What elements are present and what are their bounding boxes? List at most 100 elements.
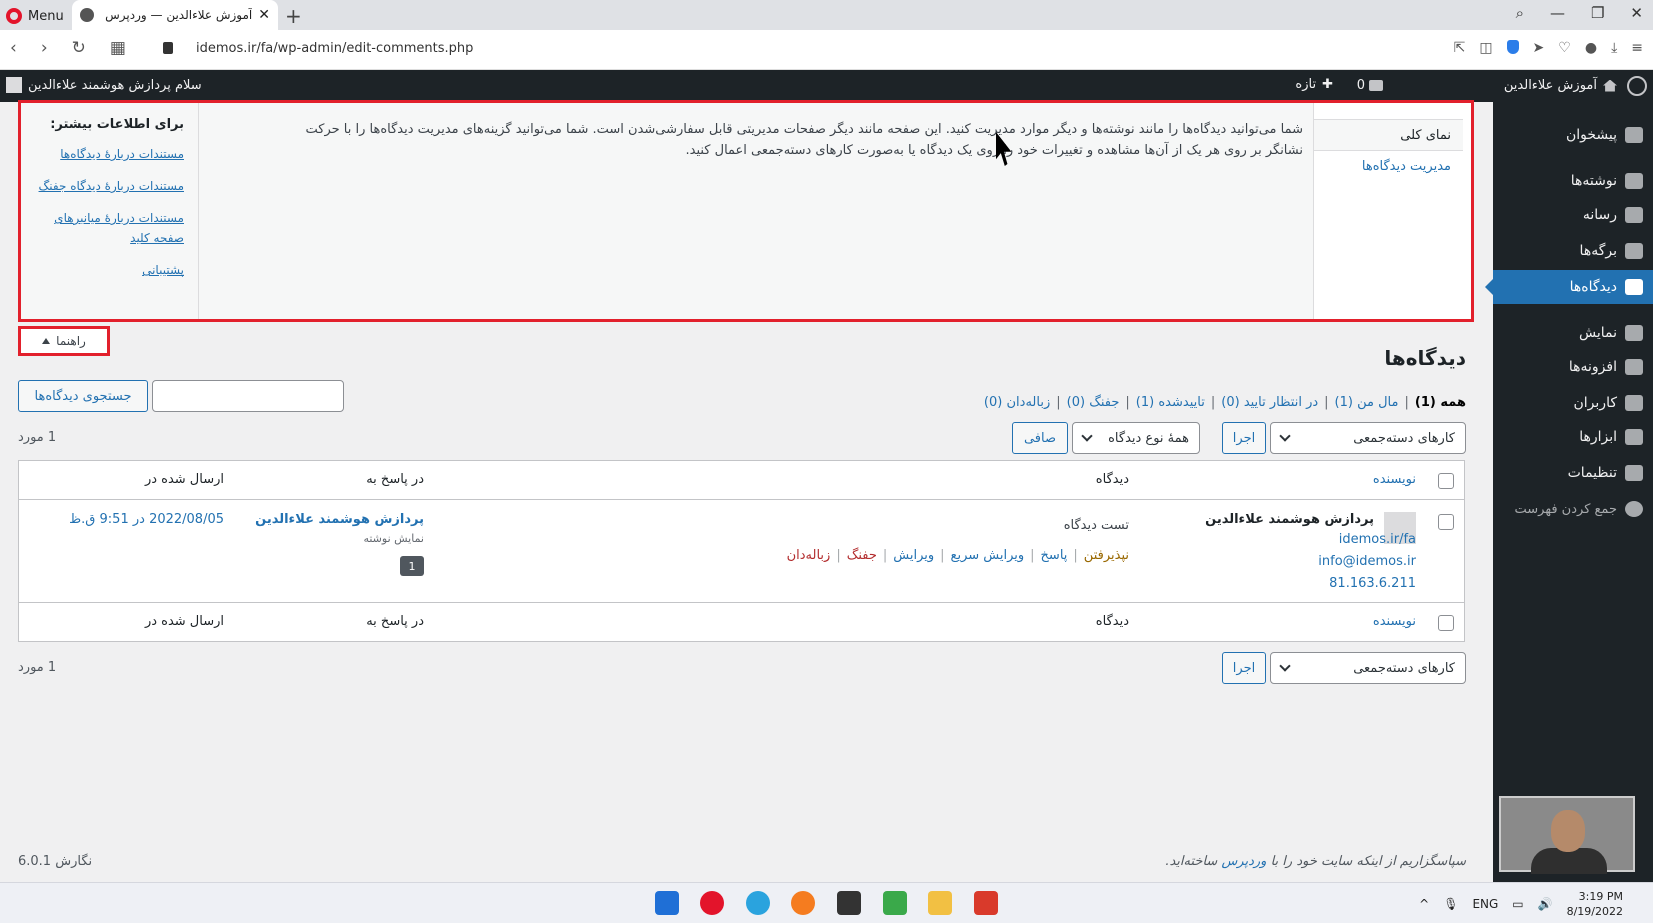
comment-type-select[interactable]: همهٔ نوع دیدگاه xyxy=(1072,422,1200,454)
new-tab-button[interactable]: + xyxy=(285,4,302,28)
help-link-comments-docs[interactable]: مستندات دربارهٔ دیدگاه‌ها xyxy=(35,144,184,164)
sidebar-item-pages[interactable]: برگه‌ها xyxy=(1493,234,1653,268)
filter-spam[interactable]: جفنگ (0) xyxy=(1067,395,1120,410)
send-icon[interactable]: ➤ xyxy=(1533,40,1545,56)
sidebar-item-users[interactable]: کاربران xyxy=(1493,386,1653,420)
comment-author-ip[interactable]: 81.163.6.211 xyxy=(1329,576,1416,591)
profile-icon[interactable]: ● xyxy=(1585,40,1597,56)
help-tab-manage[interactable]: مدیریت دیدگاه‌ها xyxy=(1362,159,1451,174)
sidebar-item-comments[interactable]: دیدگاه‌ها xyxy=(1485,270,1653,304)
bulk-actions-select-top[interactable]: کارهای دسته‌جمعی xyxy=(1270,422,1466,454)
th-submitted[interactable]: ارسال شده در xyxy=(145,472,224,487)
language-indicator[interactable]: ENG xyxy=(1472,897,1498,911)
response-post-link[interactable]: پردازش هوشمند علاءالدین xyxy=(255,512,424,527)
help-tab-overview[interactable]: نمای کلی xyxy=(1313,119,1463,151)
search-input[interactable] xyxy=(152,380,344,412)
th-comment: دیدگاه xyxy=(1095,472,1129,487)
close-window-icon[interactable]: ✕ xyxy=(1630,4,1643,22)
sidebar-item-plugins[interactable]: افزونه‌ها xyxy=(1493,350,1653,384)
recorder-icon[interactable] xyxy=(974,891,998,915)
tf-submitted[interactable]: ارسال شده در xyxy=(145,614,224,629)
snapshot-icon[interactable]: ◫ xyxy=(1479,40,1492,56)
share-icon[interactable]: ⇱ xyxy=(1454,40,1466,56)
sidebar-item-appearance[interactable]: نمایش xyxy=(1493,316,1653,350)
help-toggle-button[interactable]: راهنما xyxy=(18,326,110,356)
network-icon[interactable]: ▭ xyxy=(1512,897,1523,911)
search-tabs-icon[interactable]: ⌕ xyxy=(1516,4,1524,22)
microphone-icon[interactable]: 🎙 xyxy=(1443,897,1458,911)
filter-count: (1) xyxy=(1135,395,1155,410)
collapse-menu-button[interactable]: جمع کردن فهرست xyxy=(1493,492,1653,526)
comment-author-name: پردازش هوشمند علاءالدین xyxy=(1205,512,1374,527)
reload-icon[interactable]: ↻ xyxy=(72,38,86,58)
filter-count: (0) xyxy=(983,395,1003,410)
url-field[interactable]: idemos.ir/fa/wp-admin/edit-comments.php xyxy=(196,41,473,56)
camtasia-icon[interactable] xyxy=(883,891,907,915)
browser-tab[interactable]: آموزش علاءالدین — وردپرس ✕ xyxy=(72,0,278,30)
view-post-link[interactable]: نمایش نوشته xyxy=(363,532,424,545)
filter-all[interactable]: همه (1) xyxy=(1415,395,1466,410)
tf-author[interactable]: نویسنده xyxy=(1373,614,1416,629)
easy-setup-icon[interactable]: ≡ xyxy=(1631,40,1643,56)
home-icon xyxy=(1603,79,1617,92)
bulk-actions-select-bottom[interactable]: کارهای دسته‌جمعی xyxy=(1270,652,1466,684)
adminbar-comments[interactable]: 0 xyxy=(1357,78,1383,93)
filter-trash[interactable]: زباله‌دان (0) xyxy=(984,395,1050,410)
comment-author-url[interactable]: idemos.ir/fa xyxy=(1339,532,1416,547)
submitted-date-link[interactable]: 2022/08/05 در 9:51 ق.ظ xyxy=(69,512,224,527)
apply-button-top[interactable]: اجرا xyxy=(1222,422,1266,454)
filter-mine[interactable]: مال من (1) xyxy=(1335,395,1399,410)
help-link-support[interactable]: پشتیبانی xyxy=(35,260,184,280)
sidebar-item-media[interactable]: رسانه xyxy=(1493,198,1653,232)
heart-icon[interactable]: ♡ xyxy=(1558,40,1571,56)
volume-icon[interactable]: 🔊 xyxy=(1538,897,1553,911)
site-name-link[interactable]: آموزش علاءالدین xyxy=(1504,78,1617,93)
howdy-user[interactable]: سلام پردازش هوشمند علاءالدین xyxy=(6,77,202,93)
sidebar-item-dashboard[interactable]: پیشخوان xyxy=(1493,118,1653,152)
tabs-grid-icon[interactable]: ▦ xyxy=(110,38,126,58)
restore-icon[interactable]: ❐ xyxy=(1591,4,1604,22)
help-link-spam-docs[interactable]: مستندات دربارهٔ دیدگاه جفنگ xyxy=(35,176,184,196)
shield-icon[interactable] xyxy=(1506,40,1519,54)
sidebar-item-posts[interactable]: نوشته‌ها xyxy=(1493,164,1653,198)
spam-link[interactable]: جفنگ xyxy=(847,548,877,563)
telegram-icon[interactable] xyxy=(746,891,770,915)
edit-link[interactable]: ویرایش xyxy=(893,548,934,563)
clock[interactable]: 3:19 PM 8/19/2022 xyxy=(1567,889,1623,919)
opera-menu-button[interactable]: Menu xyxy=(6,5,64,27)
filter-pending[interactable]: در انتظار تایید (0) xyxy=(1221,395,1318,410)
comment-count-badge[interactable]: 1 xyxy=(400,556,424,576)
reply-link[interactable]: پاسخ xyxy=(1041,548,1068,563)
download-icon[interactable]: ⤓ xyxy=(1611,40,1617,56)
firefox-icon[interactable] xyxy=(791,891,815,915)
windows-start-icon[interactable] xyxy=(655,891,679,915)
wordpress-logo-icon[interactable] xyxy=(1627,76,1647,96)
forward-icon[interactable]: › xyxy=(41,38,48,58)
select-all-checkbox[interactable] xyxy=(1438,473,1454,489)
trash-link[interactable]: زباله‌دان xyxy=(787,548,831,563)
bulk-actions-label: کارهای دسته‌جمعی xyxy=(1353,430,1455,446)
wordpress-link[interactable]: وردپرس xyxy=(1221,854,1266,869)
sidebar-item-label: برگه‌ها xyxy=(1579,243,1617,259)
opera-icon[interactable] xyxy=(700,891,724,915)
select-all-checkbox-bottom[interactable] xyxy=(1438,615,1454,631)
terminal-icon[interactable] xyxy=(837,891,861,915)
row-checkbox[interactable] xyxy=(1438,514,1454,530)
quick-edit-link[interactable]: ویرایش سریع xyxy=(951,548,1025,563)
filter-approved[interactable]: تاییدشده (1) xyxy=(1136,395,1205,410)
th-author[interactable]: نویسنده xyxy=(1373,472,1416,487)
file-explorer-icon[interactable] xyxy=(928,891,952,915)
filter-button[interactable]: صافی xyxy=(1012,422,1068,454)
sidebar-item-tools[interactable]: ابزارها xyxy=(1493,420,1653,454)
sidebar-item-settings[interactable]: تنظیمات xyxy=(1493,456,1653,490)
search-comments-button[interactable]: جستجوی دیدگاه‌ها xyxy=(18,380,148,412)
help-link-shortcuts-docs[interactable]: مستندات دربارهٔ میانبرهای صفحه کلید xyxy=(35,208,184,248)
comment-author-email[interactable]: info@idemos.ir xyxy=(1318,554,1416,569)
unapprove-link[interactable]: نپذیرفتن xyxy=(1084,548,1129,563)
chevron-up-icon[interactable]: ^ xyxy=(1419,897,1429,911)
apply-button-bottom[interactable]: اجرا xyxy=(1222,652,1266,684)
adminbar-new[interactable]: ✚ تازه xyxy=(1295,77,1333,92)
back-icon[interactable]: ‹ xyxy=(10,38,17,58)
close-tab-icon[interactable]: ✕ xyxy=(258,7,270,23)
minimize-icon[interactable]: — xyxy=(1550,4,1565,22)
